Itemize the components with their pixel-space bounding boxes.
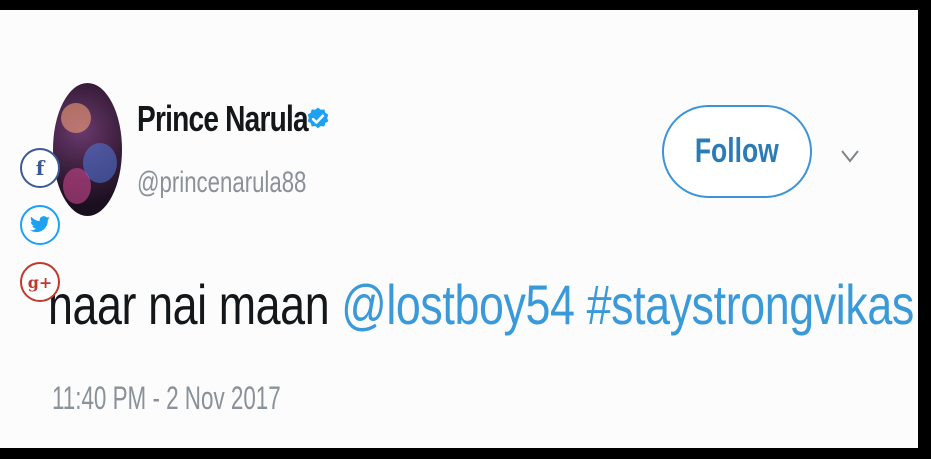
chevron-down-icon[interactable]: [838, 146, 862, 166]
avatar[interactable]: [53, 83, 122, 216]
google-plus-share-button[interactable]: g+: [20, 262, 60, 302]
hashtag-link[interactable]: #staystrongvikas: [587, 273, 915, 336]
user-handle[interactable]: @princenarula88: [137, 166, 306, 200]
mention-link[interactable]: @lostboy54: [341, 273, 575, 336]
twitter-icon: [30, 216, 50, 233]
avatar-glow: [63, 168, 91, 204]
verified-badge-icon: [307, 107, 329, 129]
tweet-timestamp[interactable]: 11:40 PM - 2 Nov 2017: [52, 380, 281, 417]
tweet-text: haar nai maan @lostboy54 #staystrongvika…: [48, 272, 914, 337]
avatar-glow: [61, 103, 91, 133]
google-plus-icon: g+: [27, 272, 53, 292]
facebook-icon: f: [35, 156, 45, 180]
follow-button[interactable]: Follow: [662, 105, 812, 198]
twitter-share-button[interactable]: [20, 205, 60, 245]
facebook-share-button[interactable]: f: [20, 148, 60, 188]
user-display-name[interactable]: Prince Narula: [137, 98, 309, 140]
tweet-text-plain: haar nai maan: [48, 273, 330, 336]
follow-button-label: Follow: [695, 132, 779, 170]
tweet-card: Prince Narula @princenarula88 Follow haa…: [0, 10, 918, 448]
